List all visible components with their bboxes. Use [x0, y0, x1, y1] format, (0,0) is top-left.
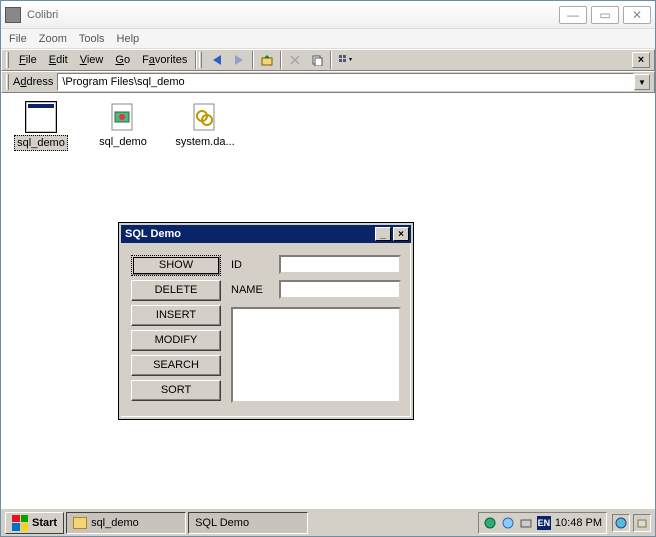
address-label: Address	[13, 76, 53, 88]
address-dropdown-button[interactable]: ▼	[634, 74, 650, 90]
system-tray: EN 10:48 PM	[478, 512, 607, 534]
separator	[252, 51, 254, 69]
close-button[interactable]: ✕	[623, 6, 651, 24]
cut-button[interactable]	[284, 50, 306, 70]
sql-minimize-button[interactable]: _	[375, 227, 391, 241]
up-button[interactable]	[256, 50, 278, 70]
explorer-menu-file[interactable]: File	[13, 52, 43, 68]
tray-icon-3[interactable]	[519, 516, 533, 530]
app-window: Colibri ― ▭ ✕ File Zoom Tools Help File …	[0, 0, 656, 537]
task-sql-demo-app[interactable]: SQL Demo	[188, 512, 308, 534]
name-label: NAME	[231, 284, 271, 296]
sql-titlebar[interactable]: SQL Demo _ ×	[121, 225, 411, 243]
results-listbox[interactable]	[231, 307, 401, 403]
views-button[interactable]	[334, 50, 356, 70]
minimize-button[interactable]: ―	[559, 6, 587, 24]
file-label: sql_demo	[14, 135, 68, 151]
data-file-icon	[189, 101, 221, 133]
clock[interactable]: 10:48 PM	[555, 517, 602, 529]
insert-button[interactable]: INSERT	[131, 305, 221, 326]
address-grip[interactable]	[6, 74, 9, 90]
forward-button[interactable]	[228, 50, 250, 70]
quick-launch	[612, 514, 651, 532]
sql-fields: ID NAME	[231, 255, 401, 403]
window-title: Colibri	[27, 9, 555, 21]
copy-button[interactable]	[306, 50, 328, 70]
task-label: sql_demo	[91, 517, 139, 529]
menu-file[interactable]: File	[9, 33, 27, 45]
content-area: File Edit View Go Favorites × Address \P…	[1, 49, 655, 508]
tray-icon-2[interactable]	[501, 516, 515, 530]
task-label: SQL Demo	[195, 517, 249, 529]
task-sql-demo-folder[interactable]: sql_demo	[66, 512, 186, 534]
file-item-system-data[interactable]: system.da...	[173, 101, 237, 149]
menu-tools[interactable]: Tools	[79, 33, 105, 45]
id-row: ID	[231, 255, 401, 274]
file-pane[interactable]: sql_demo sql_demo system.da... SQL Demo …	[1, 93, 655, 453]
menu-help[interactable]: Help	[117, 33, 140, 45]
explorer-menu-edit[interactable]: Edit	[43, 52, 74, 68]
app-icon	[5, 7, 21, 23]
search-button[interactable]: SEARCH	[131, 355, 221, 376]
start-label: Start	[32, 517, 57, 529]
menu-zoom[interactable]: Zoom	[39, 33, 67, 45]
file-label: sql_demo	[97, 135, 149, 149]
start-button[interactable]: Start	[5, 512, 64, 534]
quick-launch-2[interactable]	[633, 514, 651, 532]
toolbar-grip-2[interactable]	[199, 52, 202, 68]
language-indicator[interactable]: EN	[537, 516, 551, 530]
explorer-menu-view[interactable]: View	[74, 52, 110, 68]
folder-icon	[73, 517, 87, 529]
sql-demo-window: SQL Demo _ × SHOW DELETE INSERT MODIFY S…	[119, 223, 413, 419]
address-bar: Address \Program Files\sql_demo ▼	[1, 71, 655, 93]
sql-close-button[interactable]: ×	[393, 227, 409, 241]
tray-icon-1[interactable]	[483, 516, 497, 530]
outer-menu: File Zoom Tools Help	[1, 29, 655, 49]
file-item-sql-demo-config[interactable]: sql_demo	[91, 101, 155, 149]
sql-window-title: SQL Demo	[125, 228, 373, 240]
windows-logo-icon	[12, 515, 28, 531]
id-input[interactable]	[279, 255, 401, 274]
explorer-toolbar: File Edit View Go Favorites ×	[1, 49, 655, 71]
separator	[195, 51, 197, 69]
sql-body: SHOW DELETE INSERT MODIFY SEARCH SORT ID	[121, 243, 411, 417]
quick-launch-1[interactable]	[612, 514, 630, 532]
sql-button-column: SHOW DELETE INSERT MODIFY SEARCH SORT	[131, 255, 221, 403]
file-label: system.da...	[173, 135, 236, 149]
maximize-button[interactable]: ▭	[591, 6, 619, 24]
toolbar-grip[interactable]	[6, 52, 9, 68]
delete-button[interactable]: DELETE	[131, 280, 221, 301]
config-file-icon	[107, 101, 139, 133]
file-item-sql-demo-app[interactable]: sql_demo	[9, 101, 73, 151]
modify-button[interactable]: MODIFY	[131, 330, 221, 351]
toolbar-close-button[interactable]: ×	[632, 52, 650, 68]
back-button[interactable]	[206, 50, 228, 70]
explorer-menu-go[interactable]: Go	[109, 52, 136, 68]
taskbar: Start sql_demo SQL Demo EN 10:48 PM	[1, 508, 655, 536]
name-input[interactable]	[279, 280, 401, 299]
separator	[330, 51, 332, 69]
show-button[interactable]: SHOW	[131, 255, 221, 276]
address-path: \Program Files\sql_demo	[62, 76, 184, 88]
sort-button[interactable]: SORT	[131, 380, 221, 401]
name-row: NAME	[231, 280, 401, 299]
titlebar: Colibri ― ▭ ✕	[1, 1, 655, 29]
application-icon	[25, 101, 57, 133]
separator	[280, 51, 282, 69]
address-input[interactable]: \Program Files\sql_demo	[57, 73, 634, 91]
id-label: ID	[231, 259, 271, 271]
explorer-menu-favorites[interactable]: Favorites	[136, 52, 193, 68]
